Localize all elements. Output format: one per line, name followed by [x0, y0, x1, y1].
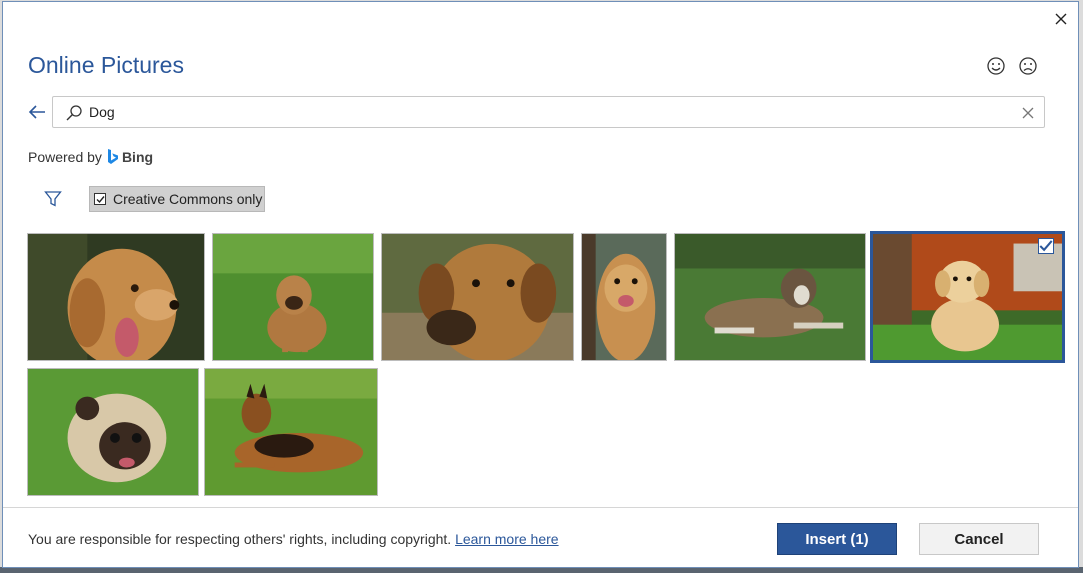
cancel-button[interactable]: Cancel — [919, 523, 1039, 555]
creative-commons-label: Creative Commons only — [113, 191, 263, 207]
search-input[interactable] — [89, 100, 989, 124]
powered-by-label: Powered by — [28, 149, 102, 165]
bing-brand-text: Bing — [121, 149, 154, 165]
frown-icon — [1019, 57, 1037, 75]
dog-photo-shepherd-lying — [675, 234, 865, 360]
learn-more-link[interactable]: Learn more here — [455, 531, 559, 547]
image-result[interactable] — [204, 368, 378, 496]
selected-checkbox[interactable] — [1038, 238, 1054, 254]
bing-icon — [107, 149, 118, 164]
clear-search-icon[interactable] — [1020, 105, 1036, 121]
insert-button[interactable]: Insert (1) — [777, 523, 897, 555]
bing-logo: Bing — [107, 149, 153, 165]
close-button[interactable] — [1050, 8, 1072, 30]
feedback-sad-button[interactable] — [1018, 56, 1038, 76]
close-icon — [1055, 13, 1067, 25]
dog-photo-puggle — [213, 234, 373, 360]
powered-by: Powered by Bing — [28, 149, 153, 165]
online-pictures-dialog: Online Pictures Powered by — [2, 1, 1079, 568]
dialog-title: Online Pictures — [28, 52, 184, 78]
check-icon — [96, 195, 105, 203]
copyright-notice: You are responsible for respecting other… — [28, 531, 559, 547]
copyright-notice-text: You are responsible for respecting other… — [28, 531, 452, 547]
search-icon — [66, 105, 82, 121]
arrow-left-icon — [28, 105, 45, 119]
dog-photo-brown-closeup — [382, 234, 573, 360]
dog-photo-golden-puppy — [873, 234, 1062, 360]
image-result[interactable] — [27, 368, 199, 496]
footer-divider — [3, 507, 1078, 508]
feedback-happy-button[interactable] — [986, 56, 1006, 76]
filter-button[interactable] — [41, 187, 65, 211]
dog-photo-golden-portrait — [582, 234, 666, 360]
image-result-selected[interactable] — [870, 231, 1065, 363]
dog-photo-golden-retriever — [28, 234, 204, 360]
creative-commons-toggle[interactable]: Creative Commons only — [89, 186, 265, 212]
search-box — [52, 96, 1045, 128]
image-result[interactable] — [581, 233, 667, 361]
back-button[interactable] — [25, 100, 49, 124]
image-result[interactable] — [212, 233, 374, 361]
image-result[interactable] — [27, 233, 205, 361]
smiley-icon — [987, 57, 1005, 75]
dog-photo-pug — [28, 369, 198, 495]
check-icon — [1039, 240, 1053, 252]
filter-icon — [44, 191, 62, 207]
image-result[interactable] — [674, 233, 866, 361]
creative-commons-checkbox[interactable] — [94, 193, 106, 205]
image-result[interactable] — [381, 233, 574, 361]
dog-photo-german-shepherd — [205, 369, 377, 495]
